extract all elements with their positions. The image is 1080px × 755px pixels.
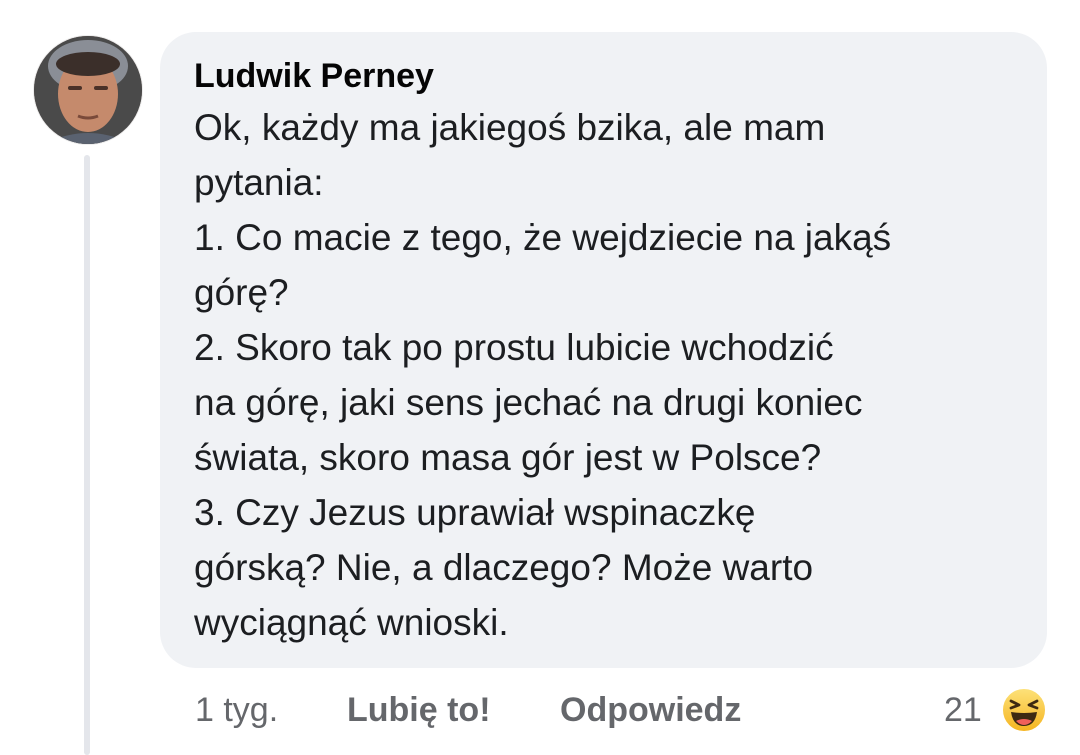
comment-text-line: Ok, każdy ma jakiegoś bzika, ale mam bbox=[194, 107, 826, 148]
comment-text-line: górę? bbox=[194, 272, 289, 313]
comment-text-line: wyciągnąć wnioski. bbox=[194, 602, 509, 643]
avatar-photo bbox=[34, 36, 142, 144]
comment-actions: 1 tyg. Lubię to! Odpowiedz 21 bbox=[0, 688, 1080, 736]
comment-author[interactable]: Ludwik Perney bbox=[194, 54, 1017, 98]
comment-text-line: pytania: bbox=[194, 162, 324, 203]
comment-text-line: 3. Czy Jezus uprawiał wspinaczkę bbox=[194, 492, 756, 533]
haha-emoji-icon[interactable] bbox=[1000, 686, 1048, 734]
comment-timestamp[interactable]: 1 tyg. bbox=[195, 688, 278, 732]
comment-text-line: 1. Co macie z tego, że wejdziecie na jak… bbox=[194, 217, 892, 258]
reply-button[interactable]: Odpowiedz bbox=[560, 688, 741, 732]
thread-line bbox=[84, 155, 90, 755]
comment-text-line: górską? Nie, a dlaczego? Może warto bbox=[194, 547, 814, 588]
reaction-count[interactable]: 21 bbox=[944, 688, 982, 732]
comment-text-line: świata, skoro masa gór jest w Polsce? bbox=[194, 437, 822, 478]
like-button[interactable]: Lubię to! bbox=[347, 688, 491, 732]
comment-text-line: na górę, jaki sens jechać na drugi konie… bbox=[194, 382, 863, 423]
comment-text-line: 2. Skoro tak po prostu lubicie wchodzić bbox=[194, 327, 834, 368]
avatar[interactable] bbox=[34, 36, 142, 144]
comment-bubble: Ludwik Perney Ok, każdy ma jakiegoś bzik… bbox=[160, 32, 1047, 668]
